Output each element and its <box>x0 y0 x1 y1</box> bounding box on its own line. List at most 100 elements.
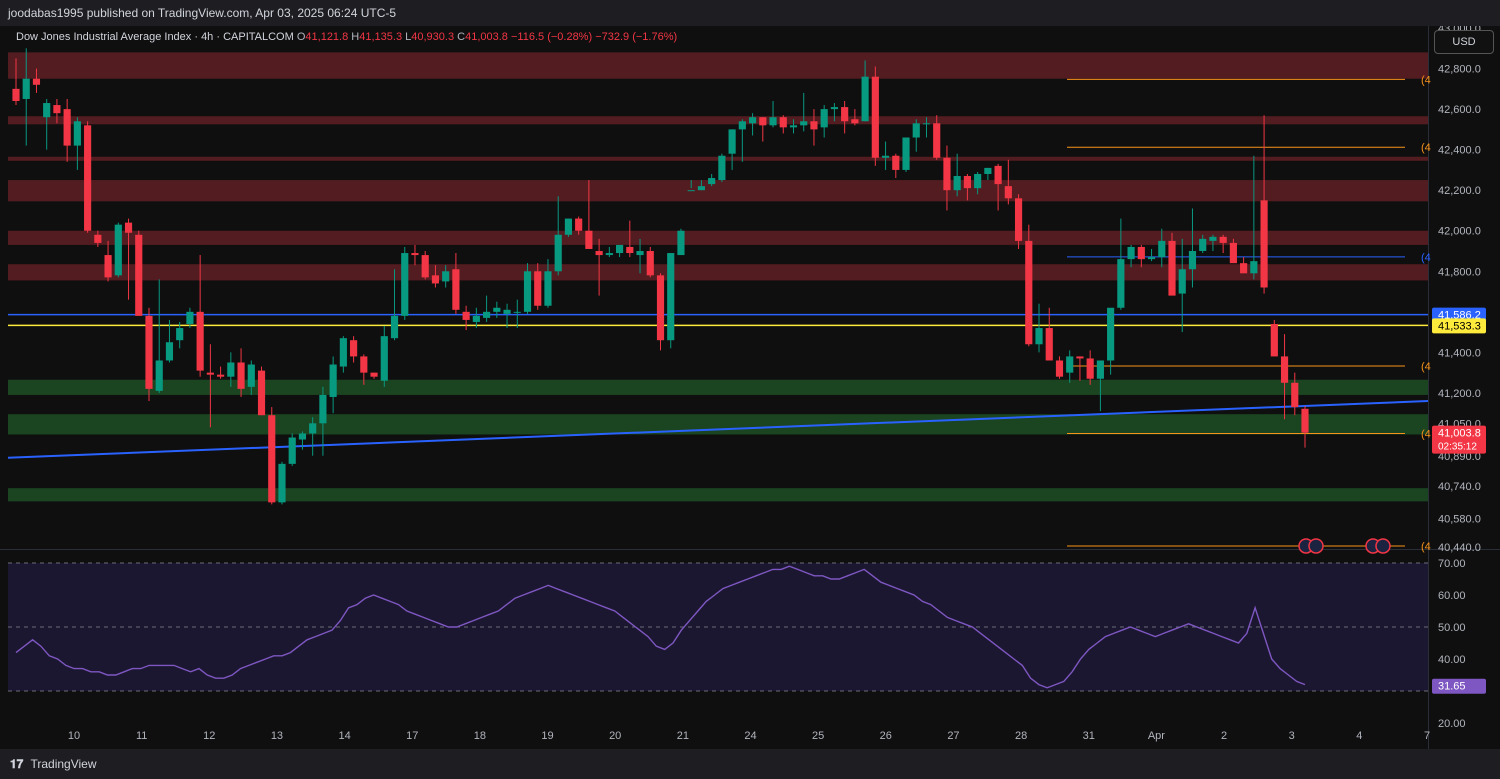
candle-body <box>124 222 133 233</box>
candle-body <box>1107 307 1115 361</box>
time-tick-label: 26 <box>880 730 892 742</box>
candle-body <box>963 176 971 189</box>
candle-body <box>1035 328 1043 345</box>
candle-body <box>1045 328 1053 361</box>
symbol-legend: Dow Jones Industrial Average Index · 4h … <box>16 31 677 43</box>
tradingview-logo-icon: 𝟏𝟕 <box>10 757 24 771</box>
price-tick-label: 40,740.0 <box>1438 481 1481 493</box>
candle-body <box>1188 251 1197 270</box>
currency-button[interactable]: USD <box>1434 30 1494 54</box>
rsi-tick-label: 20.00 <box>1438 718 1466 730</box>
time-tick-label: 10 <box>68 730 80 742</box>
time-tick-label: 17 <box>406 730 418 742</box>
candle-body <box>892 155 900 170</box>
time-tick-label: 7 <box>1424 730 1430 742</box>
candle-body <box>1055 360 1064 377</box>
candle-body <box>1137 246 1145 260</box>
price-badge-label: 41,533.3 <box>1438 320 1481 332</box>
candle-body <box>380 336 388 381</box>
candle-body <box>431 275 440 284</box>
price-tick-label: 41,800.0 <box>1438 266 1481 278</box>
candle-body <box>953 176 961 191</box>
price-tick-label: 40,440.0 <box>1438 542 1481 554</box>
candle-body <box>1260 200 1268 288</box>
price-tick-label: 42,800.0 <box>1438 64 1481 76</box>
us-flag-icon <box>1375 538 1391 554</box>
time-tick-label: 4 <box>1356 730 1362 742</box>
candle-body <box>841 107 849 122</box>
candle-body <box>554 234 562 272</box>
candle-body <box>411 253 419 256</box>
candle-body <box>442 271 450 282</box>
footer-brand[interactable]: TradingView <box>30 757 96 771</box>
candle-body <box>1229 242 1237 264</box>
candle-body <box>483 311 491 318</box>
candle-body <box>186 311 194 324</box>
candle-body <box>1291 382 1299 408</box>
support-zone <box>8 379 1428 395</box>
candle-body <box>615 244 624 254</box>
open-value: 41,121.8 <box>305 31 349 43</box>
candle-body <box>1147 257 1156 260</box>
close-label: C <box>457 31 466 43</box>
candle-body <box>861 76 869 122</box>
candle-body <box>309 423 317 434</box>
candle-body <box>390 315 399 339</box>
price-tick-label: 42,000.0 <box>1438 226 1481 238</box>
price-tick-label: 41,400.0 <box>1438 347 1481 359</box>
candle-body <box>1127 246 1135 260</box>
candle-body <box>206 372 214 375</box>
candle-body <box>350 340 358 357</box>
candle-body <box>564 218 573 235</box>
candle-body <box>145 315 153 389</box>
candle-body <box>94 234 102 243</box>
candle-body <box>994 165 1002 185</box>
candle-body <box>155 360 163 391</box>
resistance-zone <box>8 156 1428 161</box>
candle-body <box>227 362 235 377</box>
publisher-text: joodabas1995 published on TradingView.co… <box>8 6 397 20</box>
candle-body <box>667 253 675 341</box>
change-value: −116.5 (−0.28%) <box>511 31 593 43</box>
candle-body <box>759 117 767 126</box>
candle-body <box>1250 261 1258 274</box>
candle-body <box>1199 238 1207 252</box>
candle-body <box>810 121 818 130</box>
support-zone <box>8 414 1428 435</box>
candle-body <box>984 167 992 174</box>
candle-body <box>1270 323 1278 357</box>
time-tick-label: 24 <box>744 730 756 742</box>
candle-body <box>12 88 20 102</box>
candle-body <box>636 251 644 256</box>
price-tick-label: 42,400.0 <box>1438 145 1481 157</box>
candle-body <box>247 364 255 387</box>
time-tick-label: 11 <box>136 730 147 742</box>
candle-body <box>513 311 521 313</box>
candle-body <box>196 311 204 371</box>
candle-body <box>605 253 613 256</box>
time-tick-label: 12 <box>203 730 215 742</box>
candle-body <box>851 119 859 124</box>
candle-body <box>523 271 532 312</box>
symbol-name[interactable]: Dow Jones Industrial Average Index · 4h … <box>16 31 294 43</box>
change2-value: −732.9 (−1.76%) <box>595 31 678 43</box>
price-tick-label: 42,600.0 <box>1438 104 1481 116</box>
candle-body <box>278 463 286 503</box>
candle-body <box>748 117 757 124</box>
candle-body <box>53 105 61 114</box>
chart-area[interactable]: (4(4(4(4(4(443,000.042,800.042,600.042,4… <box>0 26 1500 749</box>
candle-body <box>360 356 368 373</box>
candle-body <box>165 342 174 361</box>
candle-body <box>1004 186 1012 199</box>
fib-level-label: (4 <box>1421 428 1431 440</box>
candle-body <box>708 178 716 185</box>
candle-body <box>452 269 460 310</box>
price-tick-label: 42,200.0 <box>1438 185 1481 197</box>
candle-body <box>881 155 890 158</box>
us-flag-icon <box>1308 538 1324 554</box>
rsi-tick-label: 50.00 <box>1438 622 1466 634</box>
time-tick-label: 25 <box>812 730 824 742</box>
candle-body <box>933 123 941 158</box>
fib-level-label: (4 <box>1421 361 1431 373</box>
time-tick-label: 3 <box>1289 730 1295 742</box>
